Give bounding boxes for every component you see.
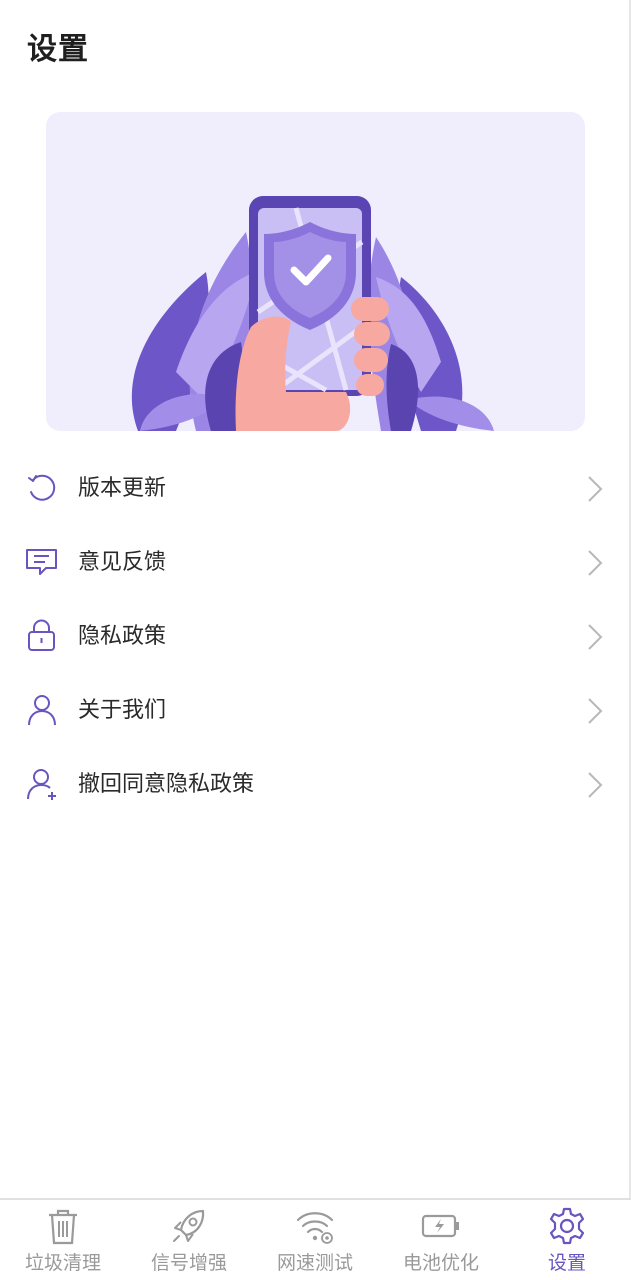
phone-shield-illustration <box>131 196 494 431</box>
settings-screen: 设置 版本更新 意见反馈 隐私政策 关于我们 撤回同意隐私政策 垃圾清理 信号增… <box>0 0 631 1280</box>
feedback-icon <box>26 549 57 575</box>
refresh-icon <box>28 474 56 501</box>
bottom-tab-bar: 垃圾清理 信号增强 网速测试 电池优化 设置 <box>0 1198 631 1280</box>
tab-junk-clean[interactable]: 垃圾清理 <box>0 1200 126 1280</box>
trash-icon <box>49 1209 77 1245</box>
tab-battery-optimize[interactable]: 电池优化 <box>378 1200 504 1280</box>
menu-item-revoke-privacy-consent[interactable]: 撤回同意隐私政策 <box>0 748 631 822</box>
tab-settings[interactable]: 设置 <box>504 1200 630 1280</box>
tab-label: 网速测试 <box>276 1252 353 1274</box>
menu-item-about-us[interactable]: 关于我们 <box>0 674 631 748</box>
chevron-right-icon <box>588 550 603 576</box>
menu-item-label: 撤回同意隐私政策 <box>78 772 255 797</box>
chevron-right-icon <box>588 476 603 502</box>
tab-label: 电池优化 <box>402 1252 479 1274</box>
menu-item-label: 关于我们 <box>78 698 167 723</box>
rocket-icon <box>173 1209 205 1242</box>
chevron-right-icon <box>588 772 603 798</box>
banner-illustration <box>46 112 585 431</box>
wifi-icon <box>296 1212 334 1244</box>
tab-label: 信号增强 <box>150 1252 227 1274</box>
menu-item-privacy-policy[interactable]: 隐私政策 <box>0 600 631 674</box>
settings-menu: 版本更新 意见反馈 隐私政策 关于我们 撤回同意隐私政策 <box>0 452 631 822</box>
menu-item-feedback[interactable]: 意见反馈 <box>0 526 631 600</box>
chevron-right-icon <box>588 624 603 650</box>
user-plus-icon <box>27 769 56 800</box>
menu-item-label: 版本更新 <box>78 476 167 501</box>
tab-label: 设置 <box>547 1252 586 1274</box>
menu-item-label: 意见反馈 <box>78 550 167 575</box>
user-icon <box>28 695 56 726</box>
tab-label: 垃圾清理 <box>24 1252 101 1274</box>
chevron-right-icon <box>588 698 603 724</box>
tab-signal-boost[interactable]: 信号增强 <box>126 1200 252 1280</box>
tab-speed-test[interactable]: 网速测试 <box>252 1200 378 1280</box>
battery-icon <box>421 1214 459 1238</box>
page-title: 设置 <box>27 32 89 67</box>
gear-icon <box>549 1207 585 1245</box>
menu-item-label: 隐私政策 <box>78 624 167 649</box>
menu-item-version-update[interactable]: 版本更新 <box>0 452 631 526</box>
lock-icon <box>28 619 55 651</box>
